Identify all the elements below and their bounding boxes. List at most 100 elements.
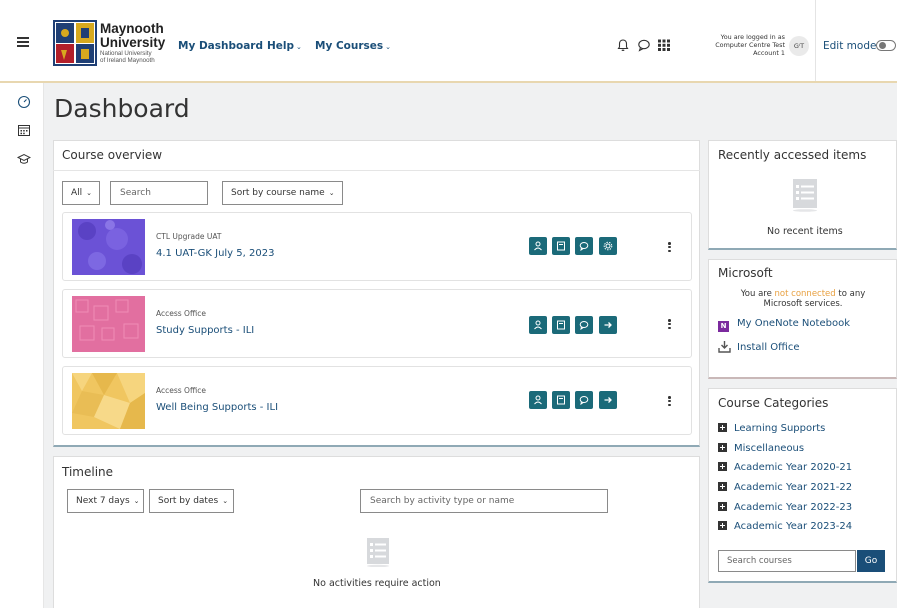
timeline-range-dropdown[interactable]: Next 7 days ⌄	[67, 489, 144, 513]
expand-plus-icon	[718, 521, 727, 530]
chevron-down-icon: ⌄	[385, 43, 392, 51]
logo-line-1: Maynooth	[100, 21, 164, 36]
edit-mode-toggle[interactable]	[876, 40, 896, 51]
grades-button[interactable]	[552, 237, 570, 255]
participants-button[interactable]	[529, 316, 547, 334]
course-name-link[interactable]: 4.1 UAT-GK July 5, 2023	[156, 248, 274, 259]
onenote-icon: N	[718, 321, 729, 332]
onenote-link[interactable]: N My OneNote Notebook	[718, 318, 850, 332]
expand-plus-icon	[718, 502, 727, 511]
enter-course-button[interactable]	[599, 391, 617, 409]
navbar-divider	[815, 0, 816, 81]
kebab-menu-icon[interactable]	[668, 242, 671, 253]
apps-grid-icon[interactable]	[657, 38, 671, 52]
book-icon	[557, 241, 565, 251]
edit-mode-label: Edit mode	[823, 40, 877, 52]
arrow-right-icon	[604, 322, 612, 328]
forum-button[interactable]	[575, 237, 593, 255]
install-office-link[interactable]: Install Office	[718, 340, 799, 353]
course-image-pink[interactable]	[72, 296, 145, 352]
course-card[interactable]: CTL Upgrade UAT 4.1 UAT-GK July 5, 2023	[62, 212, 692, 281]
chevron-down-icon: ⌄	[222, 497, 229, 505]
chat-bubble-icon	[579, 396, 589, 405]
person-icon	[534, 241, 542, 251]
grades-button[interactable]	[552, 391, 570, 409]
graduation-cap-icon[interactable]	[17, 152, 31, 166]
enter-course-button[interactable]	[599, 316, 617, 334]
course-image-yellow[interactable]	[72, 373, 145, 429]
category-item[interactable]: Academic Year 2020-21	[718, 462, 852, 473]
settings-button[interactable]	[599, 237, 617, 255]
chat-bubble-icon	[579, 321, 589, 330]
expand-plus-icon	[718, 423, 727, 432]
calendar-icon[interactable]	[17, 123, 31, 137]
chat-bubble-icon[interactable]	[637, 38, 651, 52]
download-icon	[718, 341, 731, 353]
course-card[interactable]: Access Office Study Supports - ILI	[62, 289, 692, 358]
timeline-search-input[interactable]: Search by activity type or name	[360, 489, 608, 513]
not-connected-link[interactable]: not connected	[775, 289, 836, 299]
university-wordmark: Maynooth University National University …	[100, 22, 165, 64]
microsoft-status: You are not connected to any Microsoft s…	[740, 289, 866, 309]
course-image-purple[interactable]	[72, 219, 145, 275]
nav-my-courses[interactable]: My Courses ⌄	[315, 40, 391, 52]
course-overview-title: Course overview	[62, 148, 163, 162]
nav-my-dashboard[interactable]: My Dashboard	[178, 40, 263, 52]
kebab-menu-icon[interactable]	[668, 319, 671, 330]
login-status: You are logged in as Computer Centre Tes…	[715, 33, 785, 57]
chevron-down-icon: ⌄	[328, 189, 335, 197]
grades-button[interactable]	[552, 316, 570, 334]
timeline-empty-text: No activities require action	[313, 578, 441, 589]
recent-items-title: Recently accessed items	[718, 148, 867, 162]
book-icon	[557, 395, 565, 405]
course-category: Access Office	[156, 386, 206, 395]
left-rail	[0, 83, 44, 608]
timeline-title: Timeline	[62, 465, 114, 479]
category-item[interactable]: Learning Supports	[718, 423, 825, 434]
category-item[interactable]: Academic Year 2021-22	[718, 482, 852, 493]
arrow-right-icon	[604, 397, 612, 403]
bell-icon[interactable]	[616, 38, 630, 52]
course-name-link[interactable]: Study Supports - ILI	[156, 325, 254, 336]
chevron-down-icon: ⌄	[296, 43, 302, 51]
forum-button[interactable]	[575, 391, 593, 409]
course-search-input[interactable]: Search	[110, 181, 208, 205]
category-item[interactable]: Miscellaneous	[718, 443, 804, 454]
participants-button[interactable]	[529, 391, 547, 409]
search-courses-go-button[interactable]: Go	[857, 550, 885, 572]
book-icon	[557, 320, 565, 330]
person-icon	[534, 320, 542, 330]
participants-button[interactable]	[529, 237, 547, 255]
dashboard-gauge-icon[interactable]	[17, 95, 31, 109]
page-title: Dashboard	[54, 94, 190, 123]
nav-help[interactable]: Help ⌄	[267, 40, 302, 52]
recent-empty-text: No recent items	[767, 226, 843, 237]
university-crest-logo[interactable]	[53, 20, 97, 66]
gear-icon	[603, 241, 613, 251]
forum-button[interactable]	[575, 316, 593, 334]
chat-bubble-icon	[579, 242, 589, 251]
course-sort-dropdown[interactable]: Sort by course name ⌄	[222, 181, 343, 205]
user-avatar[interactable]: GⁱT	[789, 36, 809, 56]
chevron-down-icon: ⌄	[86, 189, 93, 197]
search-courses-input[interactable]: Search courses	[718, 550, 856, 572]
course-name-link[interactable]: Well Being Supports - ILI	[156, 402, 278, 413]
category-item[interactable]: Academic Year 2023-24	[718, 521, 852, 532]
category-item[interactable]: Academic Year 2022-23	[718, 502, 852, 513]
top-navbar: Maynooth University National University …	[0, 0, 897, 83]
course-category: Access Office	[156, 309, 206, 318]
course-category: CTL Upgrade UAT	[156, 232, 222, 241]
empty-list-icon	[367, 538, 389, 567]
chevron-down-icon: ⌄	[133, 497, 140, 505]
kebab-menu-icon[interactable]	[668, 396, 671, 407]
course-categories-title: Course Categories	[718, 396, 829, 410]
expand-plus-icon	[718, 443, 727, 452]
logo-line-3: National University	[100, 50, 152, 57]
course-card[interactable]: Access Office Well Being Supports - ILI	[62, 366, 692, 435]
course-filter-dropdown[interactable]: All ⌄	[62, 181, 100, 205]
logo-line-2: University	[100, 34, 166, 50]
timeline-sort-dropdown[interactable]: Sort by dates ⌄	[149, 489, 234, 513]
menu-icon[interactable]	[17, 37, 29, 47]
logo-line-4: of Ireland Maynooth	[100, 57, 155, 65]
person-icon	[534, 395, 542, 405]
